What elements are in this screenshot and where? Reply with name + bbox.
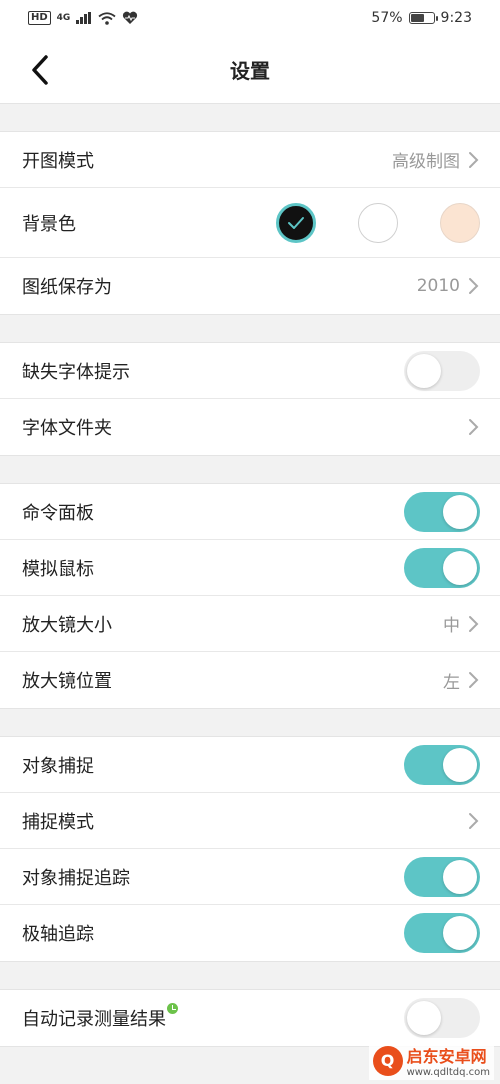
setting-value-wrap: 中 — [443, 611, 480, 636]
settings-group-measure: 自动记录测量结果 — [0, 990, 500, 1047]
setting-label: 对象捕捉追踪 — [22, 867, 130, 889]
settings-group-fonts: 缺失字体提示 字体文件夹 — [0, 343, 500, 456]
watermark-name: 启东安卓网 — [406, 1047, 487, 1066]
network-type: 4G — [56, 13, 71, 23]
auto-record-toggle[interactable] — [404, 998, 480, 1038]
setting-label: 捕捉模式 — [22, 811, 94, 833]
battery-percent: 57% — [371, 10, 403, 26]
setting-label: 命令面板 — [22, 502, 94, 524]
watermark-url: www.qdltdq.com — [406, 1067, 490, 1078]
setting-command-panel: 命令面板 — [0, 484, 500, 540]
setting-value: 左 — [443, 672, 460, 693]
setting-open-mode[interactable]: 开图模式 高级制图 — [0, 132, 500, 188]
setting-label: 开图模式 — [22, 150, 94, 172]
title-bar: 设置 — [0, 36, 500, 104]
check-icon — [288, 216, 304, 229]
chevron-right-icon — [469, 151, 479, 168]
setting-label: 放大镜位置 — [22, 671, 112, 692]
missing-font-toggle[interactable] — [404, 350, 480, 391]
section-gap — [0, 962, 500, 990]
new-badge-icon — [167, 1003, 178, 1014]
hd-badge: HD — [28, 11, 51, 25]
setting-value-wrap — [466, 417, 480, 437]
watermark-text: 启东安卓网 www.qdltdq.com — [407, 1043, 490, 1078]
wifi-icon — [98, 11, 116, 25]
command-panel-toggle[interactable] — [404, 491, 480, 532]
setting-value-wrap — [466, 811, 480, 831]
signal-icon — [76, 12, 92, 24]
polar-tracking-toggle[interactable] — [404, 913, 480, 953]
setting-magnifier-size[interactable]: 放大镜大小 中 — [0, 596, 500, 652]
settings-group-snap: 对象捕捉 捕捉模式 对象捕捉追踪 极轴追踪 — [0, 737, 500, 962]
toggle-knob — [443, 916, 477, 950]
status-bar: HD 4G 57% 9:23 — [0, 0, 500, 36]
section-gap — [0, 709, 500, 737]
setting-label: 自动记录测量结果 — [22, 1003, 178, 1031]
snap-tracking-toggle[interactable] — [404, 856, 480, 897]
setting-label: 背景色 — [22, 213, 76, 235]
setting-label: 缺失字体提示 — [22, 361, 130, 383]
setting-magnifier-position[interactable]: 放大镜位置 左 — [0, 652, 500, 708]
chevron-right-icon — [469, 812, 479, 829]
setting-snap-mode[interactable]: 捕捉模式 — [0, 793, 500, 849]
toggle-knob — [443, 859, 477, 894]
swatch-black[interactable] — [276, 202, 316, 243]
status-left: HD 4G — [28, 11, 138, 25]
setting-value-wrap: 左 — [443, 668, 480, 693]
clock: 9:23 — [440, 10, 472, 26]
setting-object-snap: 对象捕捉 — [0, 737, 500, 793]
chevron-right-icon — [469, 278, 479, 294]
chevron-left-icon — [32, 55, 48, 85]
setting-missing-font-hint: 缺失字体提示 — [0, 343, 500, 399]
toggle-knob — [443, 494, 477, 529]
object-snap-toggle[interactable] — [404, 744, 480, 785]
setting-snap-tracking: 对象捕捉追踪 — [0, 849, 500, 905]
setting-label-text: 自动记录测量结果 — [22, 1009, 166, 1030]
chevron-right-icon — [469, 419, 479, 435]
chevron-right-icon — [469, 672, 479, 688]
watermark: Q 启东安卓网 www.qdltdq.com — [368, 1041, 494, 1080]
toggle-knob — [407, 353, 441, 388]
setting-label: 图纸保存为 — [22, 277, 112, 298]
color-swatches — [276, 202, 480, 243]
chevron-right-icon — [469, 615, 479, 632]
heart-rate-icon — [123, 11, 138, 24]
setting-value: 2010 — [416, 276, 460, 296]
setting-value: 高级制图 — [392, 152, 460, 172]
setting-label: 对象捕捉 — [22, 755, 94, 777]
back-button[interactable] — [20, 50, 60, 90]
watermark-logo-icon: Q — [372, 1045, 403, 1076]
setting-label: 字体文件夹 — [22, 418, 112, 439]
setting-background-color: 背景色 — [0, 188, 500, 258]
toggle-knob — [443, 747, 477, 782]
page-title: 设置 — [230, 59, 270, 83]
section-gap — [0, 104, 500, 132]
status-right: 57% 9:23 — [371, 10, 472, 26]
settings-group-input: 命令面板 模拟鼠标 放大镜大小 中 放大镜位置 左 — [0, 484, 500, 709]
setting-font-folder[interactable]: 字体文件夹 — [0, 399, 500, 455]
setting-simulated-mouse: 模拟鼠标 — [0, 540, 500, 596]
swatch-white[interactable] — [358, 202, 398, 243]
settings-group-display: 开图模式 高级制图 背景色 图纸保存为 2010 — [0, 132, 500, 315]
section-gap — [0, 456, 500, 484]
toggle-knob — [407, 1001, 441, 1035]
setting-polar-tracking: 极轴追踪 — [0, 905, 500, 961]
setting-auto-record-measure: 自动记录测量结果 — [0, 990, 500, 1046]
swatch-peach[interactable] — [440, 202, 480, 243]
section-gap — [0, 315, 500, 343]
setting-value-wrap: 高级制图 — [392, 147, 480, 172]
battery-icon — [408, 12, 438, 24]
setting-value-wrap: 2010 — [417, 276, 480, 296]
setting-value: 中 — [443, 616, 460, 636]
battery-fill — [410, 14, 424, 22]
setting-save-as[interactable]: 图纸保存为 2010 — [0, 258, 500, 314]
setting-label: 模拟鼠标 — [22, 558, 94, 580]
toggle-knob — [443, 550, 477, 585]
setting-label: 放大镜大小 — [22, 614, 112, 636]
simulated-mouse-toggle[interactable] — [404, 547, 480, 588]
setting-label: 极轴追踪 — [22, 924, 94, 945]
